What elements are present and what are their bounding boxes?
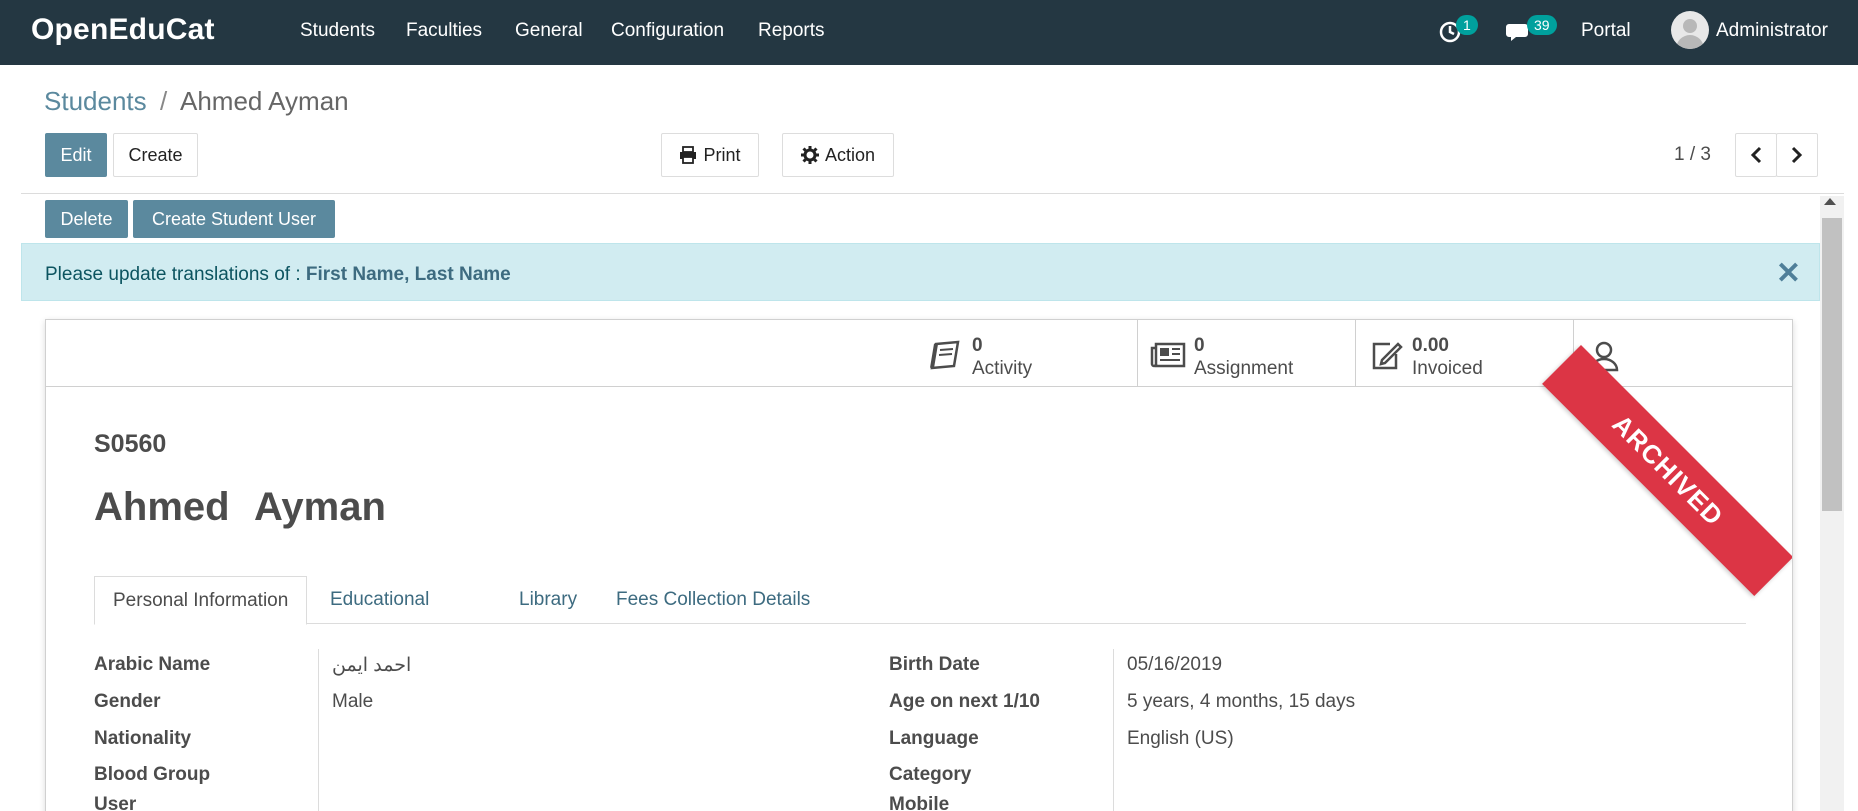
create-student-user-button[interactable]: Create Student User [133, 200, 335, 238]
breadcrumb-current: Ahmed Ayman [180, 86, 349, 116]
student-last-name: Ayman [254, 485, 386, 529]
avatar[interactable] [1671, 11, 1709, 49]
field-value-gender: Male [332, 691, 374, 712]
alert-message: Please update translations of : First Na… [45, 264, 511, 286]
book-icon [930, 340, 960, 370]
gear-icon [800, 146, 819, 164]
activity-count: 0 [972, 335, 983, 356]
edit-icon [1372, 342, 1403, 370]
alert-fields-link[interactable]: First Name, Last Name [306, 264, 511, 285]
print-button[interactable]: Print [661, 133, 759, 177]
activity-count-badge: 1 [1456, 15, 1478, 35]
print-button-label: Print [703, 144, 741, 165]
chevron-right-icon [1791, 146, 1803, 164]
field-label-mobile: Mobile [889, 794, 950, 811]
scrollbar-thumb[interactable] [1822, 218, 1842, 511]
invoiced-label: Invoiced [1412, 358, 1483, 379]
activity-label: Activity [972, 358, 1033, 379]
alert-text: Please update translations of : [45, 264, 306, 285]
assignment-label: Assignment [1194, 358, 1294, 379]
form-sheet: 0 Activity 0 Assignment 0.00 Invoiced AR… [45, 319, 1793, 811]
tab-fees-collection-details[interactable]: Fees Collection Details [616, 576, 810, 624]
tab-educational[interactable]: Educational [330, 576, 429, 624]
menu-reports[interactable]: Reports [758, 20, 825, 42]
assignment-count: 0 [1194, 335, 1205, 356]
right-column-divider [1113, 649, 1114, 811]
field-label-gender: Gender [94, 691, 161, 712]
control-panel [21, 65, 1844, 194]
field-value-language: English (US) [1127, 728, 1234, 749]
notebook-tabs: Personal Information Educational Library… [94, 576, 1746, 625]
user-menu[interactable]: Administrator [1716, 20, 1828, 42]
newspaper-icon [1150, 342, 1186, 368]
messages-count-badge: 39 [1527, 15, 1557, 35]
menu-faculties[interactable]: Faculties [406, 20, 482, 42]
menu-configuration[interactable]: Configuration [611, 20, 724, 42]
breadcrumb-students[interactable]: Students [44, 86, 147, 117]
printer-icon [680, 146, 697, 164]
action-button[interactable]: Action [782, 133, 894, 177]
translation-alert: Please update translations of : First Na… [21, 243, 1820, 301]
pager-next-button[interactable] [1776, 133, 1818, 177]
create-student-user-label: Create Student User [151, 208, 317, 229]
portal-link[interactable]: Portal [1581, 20, 1631, 42]
field-label-blood-group: Blood Group [94, 764, 211, 785]
tab-personal-information[interactable]: Personal Information [94, 576, 308, 625]
pager-value[interactable]: 1 / 3 [1674, 144, 1711, 166]
field-label-language: Language [889, 728, 979, 749]
student-first-name: Ahmed [94, 485, 230, 529]
chevron-left-icon [1750, 146, 1762, 164]
invoiced-amount: 0.00 [1412, 335, 1449, 356]
invoiced-smart-button[interactable]: 0.00 Invoiced [1355, 320, 1573, 387]
pager-previous-button[interactable] [1735, 133, 1777, 177]
scroll-up-arrow-icon[interactable] [1824, 198, 1836, 205]
field-label-nationality: Nationality [94, 728, 192, 749]
edit-button-label: Edit [60, 144, 92, 165]
field-label-age: Age on next 1/10 [889, 691, 1040, 712]
field-value-age: 5 years, 4 months, 15 days [1127, 691, 1356, 712]
left-column-divider [318, 649, 319, 811]
smart-button-box: 0 Activity 0 Assignment 0.00 Invoiced [46, 320, 1792, 387]
field-value-birth-date: 05/16/2019 [1127, 654, 1223, 675]
field-label-birth-date: Birth Date [889, 654, 980, 675]
close-icon[interactable]: ✕ [1776, 256, 1801, 291]
breadcrumb-separator: / [160, 86, 168, 116]
create-button[interactable]: Create [113, 133, 198, 177]
assignment-smart-button[interactable]: 0 Assignment [1137, 320, 1355, 387]
activity-smart-button[interactable]: 0 Activity [916, 320, 1134, 387]
menu-students[interactable]: Students [300, 20, 375, 42]
field-label-user: User [94, 794, 137, 811]
menu-general[interactable]: General [515, 20, 583, 42]
student-code: S0560 [94, 430, 167, 458]
user-avatar-icon [1676, 19, 1704, 49]
top-navbar: OpenEduCat Students Faculties General Co… [0, 0, 1858, 65]
tab-library[interactable]: Library [519, 576, 577, 624]
field-value-arabic-name: احمد ايمن [332, 655, 412, 676]
field-label-arabic-name: Arabic Name [94, 654, 211, 675]
delete-button[interactable]: Delete [45, 200, 128, 238]
edit-button[interactable]: Edit [45, 133, 107, 177]
action-button-label: Action [824, 144, 876, 165]
delete-button-label: Delete [60, 208, 113, 229]
create-button-label: Create [128, 144, 183, 165]
field-label-category: Category [889, 764, 972, 785]
brand-logo[interactable]: OpenEduCat [31, 13, 215, 47]
